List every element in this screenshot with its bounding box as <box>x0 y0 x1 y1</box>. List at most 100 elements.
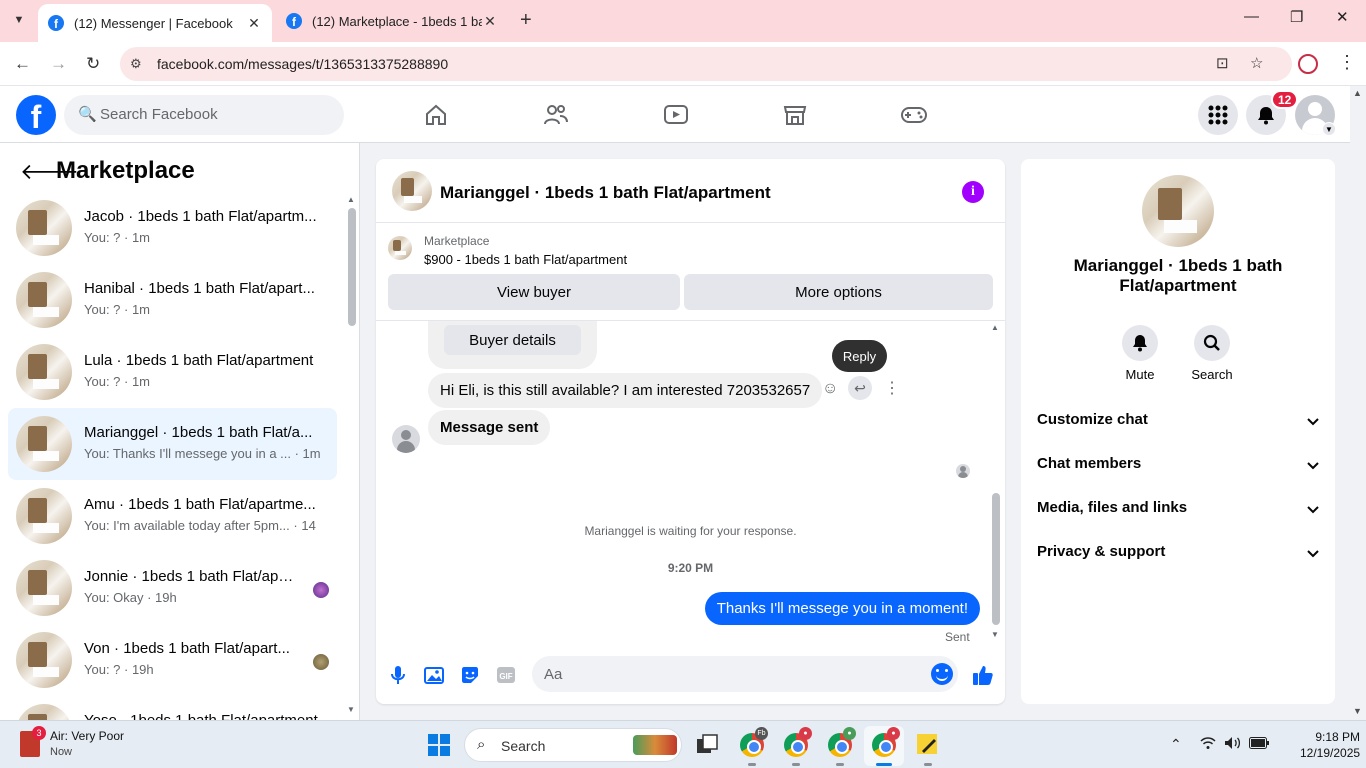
chat-members-section[interactable]: Chat members <box>1037 455 1319 479</box>
photo-icon[interactable] <box>422 663 446 687</box>
conversation-item[interactable]: Von · 1beds 1 bath Flat/apart... You: ? … <box>8 628 337 692</box>
marketplace-icon[interactable] <box>781 102 809 128</box>
gaming-icon[interactable] <box>900 102 928 128</box>
section-label: Privacy & support <box>1037 543 1166 560</box>
conversation-item[interactable]: Jacob · 1beds 1 bath Flat/apartm... You:… <box>8 196 337 260</box>
reload-icon[interactable]: ↻ <box>86 54 100 74</box>
browser-menu-icon[interactable]: ⋮ <box>1338 52 1356 73</box>
more-actions-icon[interactable]: ⋮ <box>884 378 900 398</box>
scroll-up-icon[interactable]: ▲ <box>347 195 355 204</box>
listing-thumbnail <box>16 272 72 328</box>
section-label: Customize chat <box>1037 411 1148 428</box>
chrome-profile-icon[interactable]: ● <box>826 727 856 759</box>
react-emoji-icon[interactable]: ☺ <box>822 380 838 398</box>
customize-chat-section[interactable]: Customize chat <box>1037 411 1319 435</box>
reply-icon[interactable]: ↩ <box>848 376 872 400</box>
tab-marketplace[interactable]: f (12) Marketplace - 1beds 1 bath ✕ <box>276 4 508 38</box>
home-icon[interactable] <box>422 102 450 128</box>
facebook-logo-icon[interactable]: f <box>16 95 56 135</box>
forward-icon[interactable]: → <box>50 54 67 74</box>
chat-title[interactable]: Marianggel · 1beds 1 bath Flat/apartment <box>440 183 771 203</box>
sticky-notes-icon[interactable] <box>914 731 942 759</box>
view-buyer-button[interactable]: View buyer <box>388 274 680 310</box>
menu-grid-icon[interactable] <box>1198 95 1238 135</box>
new-tab-icon[interactable]: + <box>520 9 532 32</box>
url-field[interactable]: ⚙ facebook.com/messages/t/13653133752888… <box>120 47 1292 81</box>
incoming-message-bubble[interactable]: Hi Eli, is this still available? I am in… <box>428 373 823 408</box>
more-options-button[interactable]: More options <box>684 274 993 310</box>
scroll-down-icon[interactable]: ▼ <box>991 630 999 639</box>
taskbar-search[interactable]: ⌕ Search <box>464 728 682 762</box>
maximize-icon[interactable]: ❐ <box>1290 8 1303 26</box>
scroll-up-icon[interactable]: ▲ <box>1353 88 1362 98</box>
message-input-wrapper <box>532 656 958 692</box>
chevron-down-icon[interactable]: ▼ <box>1322 122 1336 136</box>
sticker-icon[interactable] <box>458 663 482 687</box>
scroll-up-icon[interactable]: ▲ <box>991 323 999 332</box>
chrome-fb-icon[interactable]: Fb <box>738 727 768 759</box>
media-files-links-section[interactable]: Media, files and links <box>1037 499 1319 523</box>
site-info-icon[interactable]: ⚙ <box>130 56 142 72</box>
conversation-item[interactable]: Yoso · 1beds 1 bath Flat/apartment <box>8 700 337 721</box>
listing-price-title[interactable]: $900 - 1beds 1 bath Flat/apartment <box>424 252 627 267</box>
chrome-active-icon[interactable]: ● <box>870 727 900 759</box>
scroll-down-icon[interactable]: ▼ <box>347 705 355 714</box>
back-icon[interactable]: ← <box>14 54 31 74</box>
outgoing-message-bubble[interactable]: Thanks I'll messege you in a moment! <box>704 592 980 625</box>
info-icon[interactable]: i <box>962 181 984 203</box>
thumbs-up-icon[interactable] <box>971 663 995 687</box>
task-view-icon[interactable] <box>694 731 722 759</box>
volume-icon[interactable] <box>1224 736 1242 753</box>
privacy-support-section[interactable]: Privacy & support <box>1037 543 1319 567</box>
scrollbar-thumb[interactable] <box>992 493 1000 625</box>
tab-title: (12) Marketplace - 1beds 1 bath <box>312 13 482 29</box>
buyer-details-button[interactable]: Buyer details <box>444 325 581 355</box>
scroll-down-icon[interactable]: ▼ <box>1353 706 1362 716</box>
conversation-item[interactable]: Hanibal · 1beds 1 bath Flat/apart... You… <box>8 268 337 332</box>
conversation-item[interactable]: Amu · 1beds 1 bath Flat/apartme... You: … <box>8 484 337 548</box>
weather-title[interactable]: Air: Very Poor <box>50 729 124 743</box>
conversation-item[interactable]: Jonnie · 1beds 1 bath Flat/apa... You: O… <box>8 556 337 620</box>
scrollbar-thumb[interactable] <box>348 208 356 326</box>
gif-icon[interactable]: GIF <box>494 663 518 687</box>
browser-profile-icon[interactable] <box>1298 54 1318 74</box>
video-icon[interactable] <box>662 102 690 128</box>
facebook-search-input[interactable]: 🔍 Search Facebook <box>64 95 344 135</box>
install-app-icon[interactable]: ⊡ <box>1216 54 1229 72</box>
buyer-avatar[interactable] <box>392 425 420 453</box>
wifi-icon[interactable] <box>1200 736 1216 753</box>
chat-scrollbar[interactable]: ▲ ▼ <box>990 323 1002 641</box>
marketplace-chat-list: 🡐 Marketplace Jacob · 1beds 1 bath Flat/… <box>0 143 360 721</box>
message-input[interactable] <box>544 656 904 692</box>
search-conversation-button[interactable]: Search <box>1182 325 1242 382</box>
chrome-profile-icon[interactable]: ● <box>782 727 812 759</box>
details-name: Marianggel · 1beds 1 bath Flat/apartment <box>1073 256 1283 295</box>
address-bar-row: ← → ↻ ⚙ facebook.com/messages/t/13653133… <box>0 42 1366 86</box>
show-hidden-icons-icon[interactable]: ⌃ <box>1170 736 1182 753</box>
page-scrollbar[interactable]: ▲ ▼ <box>1350 86 1366 720</box>
details-avatar[interactable] <box>1142 175 1214 247</box>
window-close-icon[interactable]: ✕ <box>1336 8 1349 26</box>
minimize-icon[interactable]: — <box>1244 8 1259 25</box>
tab-title: (12) Messenger | Facebook <box>74 15 233 31</box>
battery-icon[interactable] <box>1249 736 1269 752</box>
microphone-icon[interactable] <box>386 663 410 687</box>
message-timestamp: 9:20 PM <box>667 561 714 575</box>
system-clock[interactable]: 9:18 PM 12/19/2025 <box>1300 729 1360 761</box>
close-tab-icon[interactable]: ✕ <box>246 15 262 32</box>
listing-thumbnail <box>16 416 72 472</box>
tab-search-button[interactable]: ▼ <box>6 8 32 32</box>
emoji-icon[interactable] <box>931 663 953 685</box>
marketplace-listing-box: Marketplace $900 - 1beds 1 bath Flat/apa… <box>376 224 1005 321</box>
tab-messenger[interactable]: f (12) Messenger | Facebook ✕ <box>38 4 272 42</box>
clock-time: 9:18 PM <box>1315 730 1361 744</box>
conversation-item-selected[interactable]: Marianggel · 1beds 1 bath Flat/a... You:… <box>8 408 337 480</box>
friends-icon[interactable] <box>542 102 570 128</box>
bookmark-star-icon[interactable]: ☆ <box>1250 54 1263 72</box>
mute-button[interactable]: Mute <box>1110 325 1170 382</box>
start-menu-icon[interactable] <box>428 734 450 756</box>
close-tab-icon[interactable]: ✕ <box>482 13 498 30</box>
sidebar-scrollbar[interactable]: ▲ ▼ <box>347 195 357 715</box>
chat-avatar[interactable] <box>392 171 432 211</box>
conversation-item[interactable]: Lula · 1beds 1 bath Flat/apartment You: … <box>8 340 337 404</box>
